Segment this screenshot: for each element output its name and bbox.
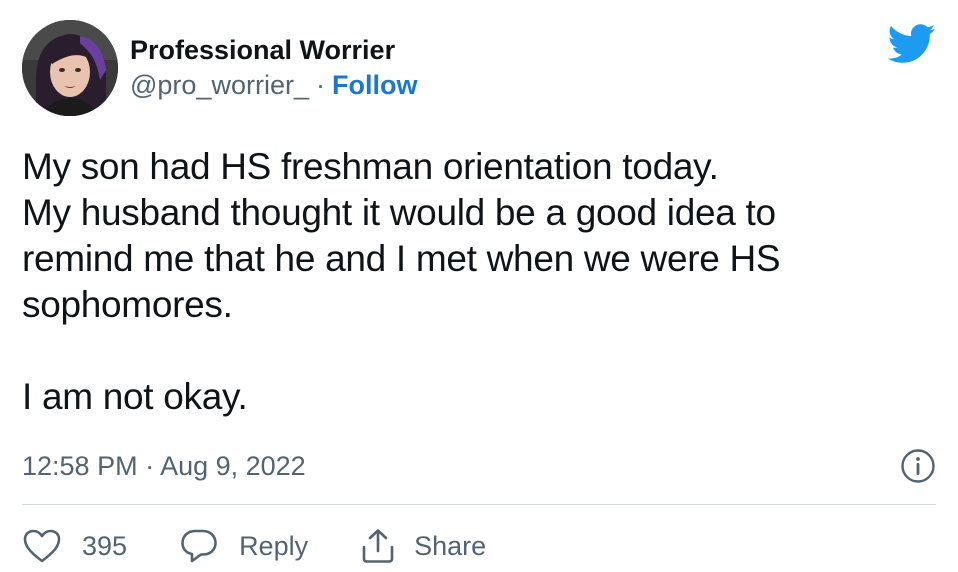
tweet-line: My son had HS freshman orientation today…: [22, 146, 719, 187]
like-button[interactable]: 395: [22, 528, 127, 564]
display-name[interactable]: Professional Worrier: [130, 33, 417, 67]
divider: [22, 504, 936, 505]
user-meta: Professional Worrier @pro_worrier_ · Follo…: [130, 20, 417, 116]
tweet-header: Professional Worrier @pro_worrier_ · Follo…: [22, 20, 417, 116]
user-handle[interactable]: @pro_worrier_: [130, 70, 309, 100]
timestamp[interactable]: 12:58 PM · Aug 9, 2022: [22, 451, 306, 482]
info-icon[interactable]: [900, 448, 936, 484]
tweet-text: My son had HS freshman orientation today…: [22, 144, 922, 420]
handle-separator: ·: [315, 70, 325, 100]
tweet-closing-line: I am not okay.: [22, 376, 248, 417]
paragraph-break: [22, 328, 922, 374]
share-button[interactable]: Share: [360, 527, 486, 565]
tweet-meta: 12:58 PM · Aug 9, 2022: [22, 446, 936, 486]
tweet-actions: 395 Reply Share: [22, 524, 538, 568]
heart-icon: [23, 529, 61, 563]
speech-bubble-icon: [181, 529, 217, 563]
like-count: 395: [82, 530, 128, 561]
avatar[interactable]: [22, 20, 118, 116]
tweet-line: remind me that he and I met when we were…: [22, 238, 781, 279]
reply-label: Reply: [239, 530, 309, 561]
tweet-line: My husband thought it would be a good id…: [22, 192, 776, 233]
twitter-bird-icon[interactable]: [888, 24, 936, 64]
share-upload-icon: [362, 529, 394, 563]
reply-button[interactable]: Reply: [179, 527, 308, 565]
share-label: Share: [414, 530, 487, 561]
tweet-card: Professional Worrier @pro_worrier_ · Follo…: [0, 0, 958, 572]
tweet-line: sophomores.: [22, 284, 233, 325]
avatar-image: [22, 20, 118, 116]
handle-line: @pro_worrier_ · Follow: [130, 67, 417, 103]
follow-button[interactable]: Follow: [332, 70, 417, 100]
